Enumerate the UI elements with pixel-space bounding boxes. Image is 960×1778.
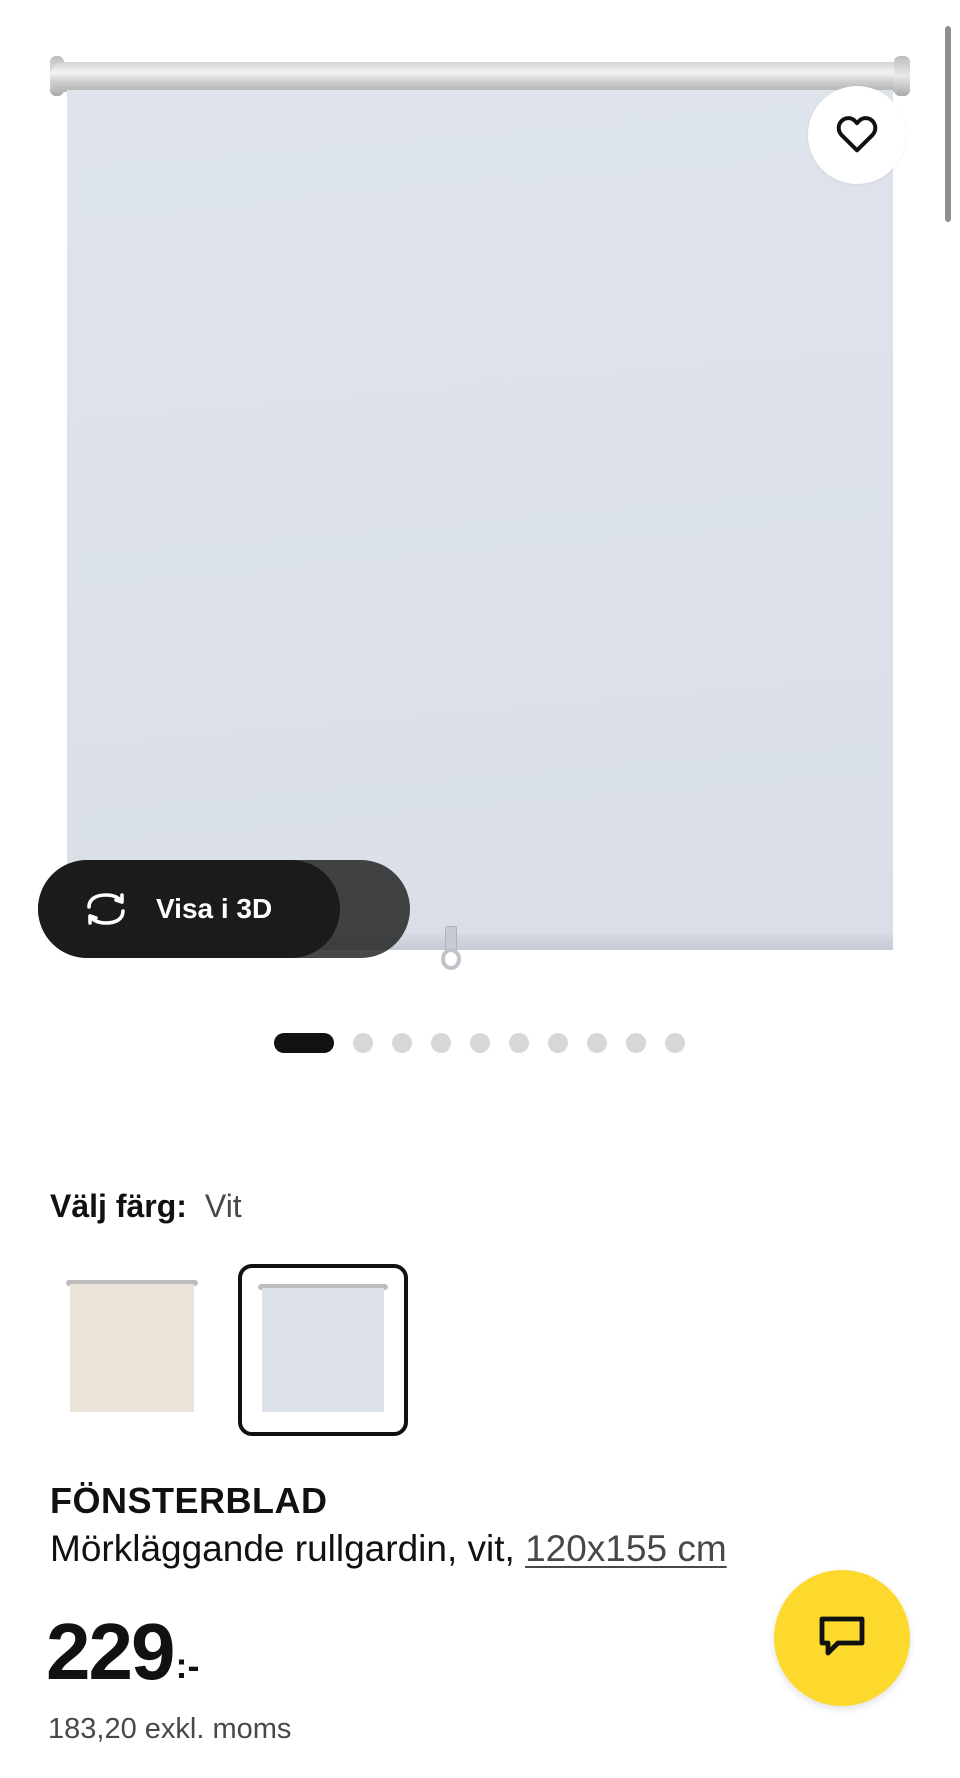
- chat-icon: [816, 1613, 868, 1664]
- selected-color-value: Vit: [204, 1188, 242, 1224]
- pagination-dot[interactable]: [470, 1033, 490, 1053]
- product-image-gallery[interactable]: stilen Visa i 3D: [0, 0, 960, 1053]
- pagination-dot[interactable]: [353, 1033, 373, 1053]
- wishlist-button[interactable]: [808, 86, 906, 184]
- pagination-dot[interactable]: [665, 1033, 685, 1053]
- size-link[interactable]: 120x155 cm: [525, 1528, 727, 1569]
- blind-fabric: [67, 90, 893, 948]
- price-amount: 229: [46, 1607, 175, 1696]
- pagination-dot[interactable]: [431, 1033, 451, 1053]
- product-name: FÖNSTERBLAD: [50, 1480, 328, 1521]
- price-excl-vat: 183,20 exkl. moms: [48, 1713, 292, 1745]
- pagination-dot[interactable]: [509, 1033, 529, 1053]
- roller-tube: [50, 62, 910, 92]
- price: 229 :-: [46, 1612, 199, 1692]
- pull-handle: [440, 926, 462, 972]
- color-swatch-beige[interactable]: [62, 1264, 232, 1436]
- color-swatch-white[interactable]: [238, 1264, 408, 1436]
- heart-icon: [835, 113, 879, 158]
- product-description-text: Mörkläggande rullgardin, vit,: [50, 1528, 515, 1569]
- color-label: Välj färg:: [50, 1188, 187, 1224]
- view-3d-button[interactable]: Visa i 3D: [38, 860, 340, 958]
- pagination-dot-active[interactable]: [274, 1033, 334, 1053]
- color-selector-header: Välj färg: Vit: [50, 1188, 242, 1225]
- rotate-3d-icon: [80, 889, 132, 929]
- price-suffix: :-: [175, 1645, 200, 1686]
- chat-button[interactable]: [774, 1570, 910, 1706]
- pagination-dot[interactable]: [587, 1033, 607, 1053]
- gallery-pagination: [274, 1032, 685, 1054]
- roller-cap-right: [894, 56, 910, 96]
- pagination-dot[interactable]: [626, 1033, 646, 1053]
- pagination-dot[interactable]: [392, 1033, 412, 1053]
- view-3d-label: Visa i 3D: [156, 893, 273, 924]
- product-description: Mörkläggande rullgardin, vit, 120x155 cm: [50, 1528, 727, 1570]
- pagination-dot[interactable]: [548, 1033, 568, 1053]
- product-image: [50, 56, 910, 976]
